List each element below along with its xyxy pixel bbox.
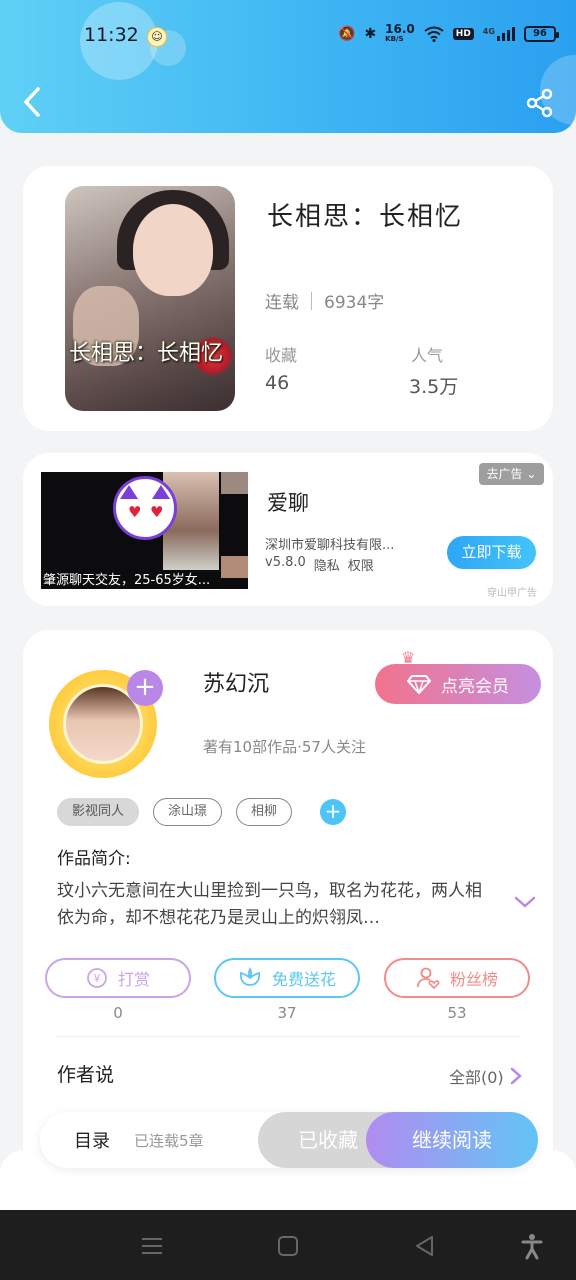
ad-caption: 肇源聊天交友，25-65岁女...	[43, 573, 211, 588]
add-tag-button[interactable]: +	[320, 799, 347, 825]
chevron-right-icon	[510, 1067, 522, 1085]
ad-company: 深圳市爱聊科技有限...	[265, 538, 395, 553]
accessibility-icon	[521, 1234, 543, 1260]
mute-bell-icon: 🔕	[338, 26, 356, 42]
divider	[311, 291, 312, 310]
accessibility-button[interactable]	[518, 1232, 546, 1260]
intro-text: 玟小六无意间在大山里捡到一只鸟，取名为花花，两人相依为命，却不想花花乃是灵山上的…	[57, 881, 482, 928]
view-all-label: 全部(0)	[449, 1068, 504, 1087]
collect-value: 46	[265, 372, 290, 394]
book-status: 连载 6934字	[265, 288, 384, 313]
word-count: 6934字	[324, 293, 385, 313]
heart-eye-icon: ♥	[150, 503, 164, 521]
hd-badge: HD	[452, 28, 474, 40]
user-heart-icon	[417, 967, 440, 990]
wifi-icon	[424, 26, 444, 42]
tag[interactable]: 影视同人	[57, 798, 140, 826]
author-says-title: 作者说	[57, 1064, 115, 1086]
menu-icon	[142, 1238, 162, 1254]
cover-title: 长相思：长相忆	[69, 341, 224, 366]
notification-emoji-icon: ☺	[147, 27, 167, 47]
triangle-back-icon	[416, 1236, 433, 1256]
tag[interactable]: 涂山璟	[153, 798, 223, 826]
follow-plus-button[interactable]: +	[127, 670, 163, 706]
heart-eye-icon: ♥	[128, 503, 142, 521]
share-button[interactable]	[525, 88, 555, 118]
book-info-card: 长相思：长相忆 长相思：长相忆 连载 6934字 收藏 46 人气 3.5万	[23, 166, 553, 431]
back-nav-button[interactable]	[411, 1232, 439, 1260]
fan-ranking-label: 粉丝榜	[449, 970, 498, 989]
intro-label: 作品简介:	[57, 849, 131, 869]
tag-list: 影视同人 涂山璟 相柳 +	[57, 798, 347, 826]
send-flower-label: 免费送花	[271, 970, 336, 989]
book-title: 长相思：长相忆	[267, 202, 464, 232]
send-flower-button[interactable]: 免费送花	[214, 958, 360, 998]
home-nav-button[interactable]	[274, 1232, 302, 1260]
book-cover[interactable]: 长相思：长相忆	[65, 186, 235, 411]
network-speed: 16.0 KB/S	[385, 22, 415, 43]
toc-button[interactable]: 目录	[74, 1127, 110, 1153]
view-all-link[interactable]: 全部(0)	[449, 1064, 522, 1088]
vip-button[interactable]: 点亮会员	[375, 664, 541, 704]
chevron-down-icon	[514, 896, 536, 908]
ad-app-name: 爱聊	[267, 491, 309, 515]
share-icon	[526, 88, 553, 118]
ad-version: v5.8.0	[265, 555, 306, 570]
status-icons: 🔕 ✱ 16.0 KB/S HD 4G 96	[338, 22, 559, 44]
yen-coin-icon: ¥	[87, 968, 107, 988]
popularity-value: 3.5万	[409, 376, 459, 398]
cat-ear	[152, 485, 170, 499]
flower-icon	[239, 967, 261, 986]
divider	[57, 1036, 519, 1037]
remove-ad-button[interactable]: 去广告 ⌄	[479, 463, 544, 485]
signal-icon: 4G	[483, 27, 515, 41]
ad-image[interactable]: ♥ ♥ 肇源聊天交友，25-65岁女...	[41, 472, 248, 589]
ad-thumbnail	[221, 472, 248, 494]
fan-count: 53	[447, 1004, 467, 1022]
menu-nav-button[interactable]	[138, 1232, 166, 1260]
author-name: 苏幻沉	[203, 672, 270, 697]
app-logo-cat-icon: ♥ ♥	[113, 476, 177, 540]
svg-text:¥: ¥	[93, 972, 100, 985]
reward-count: 0	[113, 1004, 123, 1022]
chapter-count: 已连载5章	[134, 1132, 204, 1150]
bluetooth-icon: ✱	[364, 26, 377, 42]
ad-meta: v5.8.0 隐私 权限	[265, 555, 374, 574]
author-card: + 苏幻沉 著有10部作品·57人关注 ♛ 点亮会员 影视同人 涂山璟 相柳 +…	[23, 630, 553, 1190]
chevron-left-icon	[23, 87, 40, 117]
expand-button[interactable]	[513, 892, 537, 912]
back-button[interactable]	[18, 86, 46, 118]
download-button[interactable]: 立即下载	[447, 536, 536, 569]
reward-button[interactable]: ¥ 打赏	[45, 958, 191, 998]
collect-label: 收藏	[265, 346, 298, 365]
bottom-action-bar: 目录 已连载5章 已收藏 继续阅读	[40, 1112, 538, 1168]
ad-permission-link[interactable]: 权限	[348, 555, 374, 574]
reward-label: 打赏	[117, 970, 150, 989]
header: 11:32 ☺ 🔕 ✱ 16.0 KB/S HD 4G 96	[0, 0, 576, 133]
square-icon	[278, 1236, 298, 1256]
fan-ranking-button[interactable]: 粉丝榜	[384, 958, 530, 998]
tag[interactable]: 相柳	[236, 798, 293, 826]
ad-privacy-link[interactable]: 隐私	[314, 555, 340, 574]
system-nav-bar	[0, 1210, 576, 1280]
cover-art	[133, 204, 213, 296]
popularity-label: 人气	[411, 346, 444, 365]
serial-status: 连载	[265, 293, 299, 313]
author-stats: 著有10部作品·57人关注	[203, 738, 366, 756]
battery-indicator: 96	[523, 26, 559, 42]
status-time: 11:32	[84, 24, 139, 46]
ad-source: 穿山甲广告	[487, 588, 537, 599]
cat-ear	[120, 485, 138, 499]
continue-reading-button[interactable]: 继续阅读	[366, 1112, 538, 1168]
flower-count: 37	[277, 1004, 297, 1022]
diamond-icon	[407, 675, 431, 694]
ad-card[interactable]: ♥ ♥ 肇源聊天交友，25-65岁女... 去广告 ⌄ 爱聊 深圳市爱聊科技有限…	[23, 453, 553, 606]
vip-label: 点亮会员	[441, 676, 509, 697]
